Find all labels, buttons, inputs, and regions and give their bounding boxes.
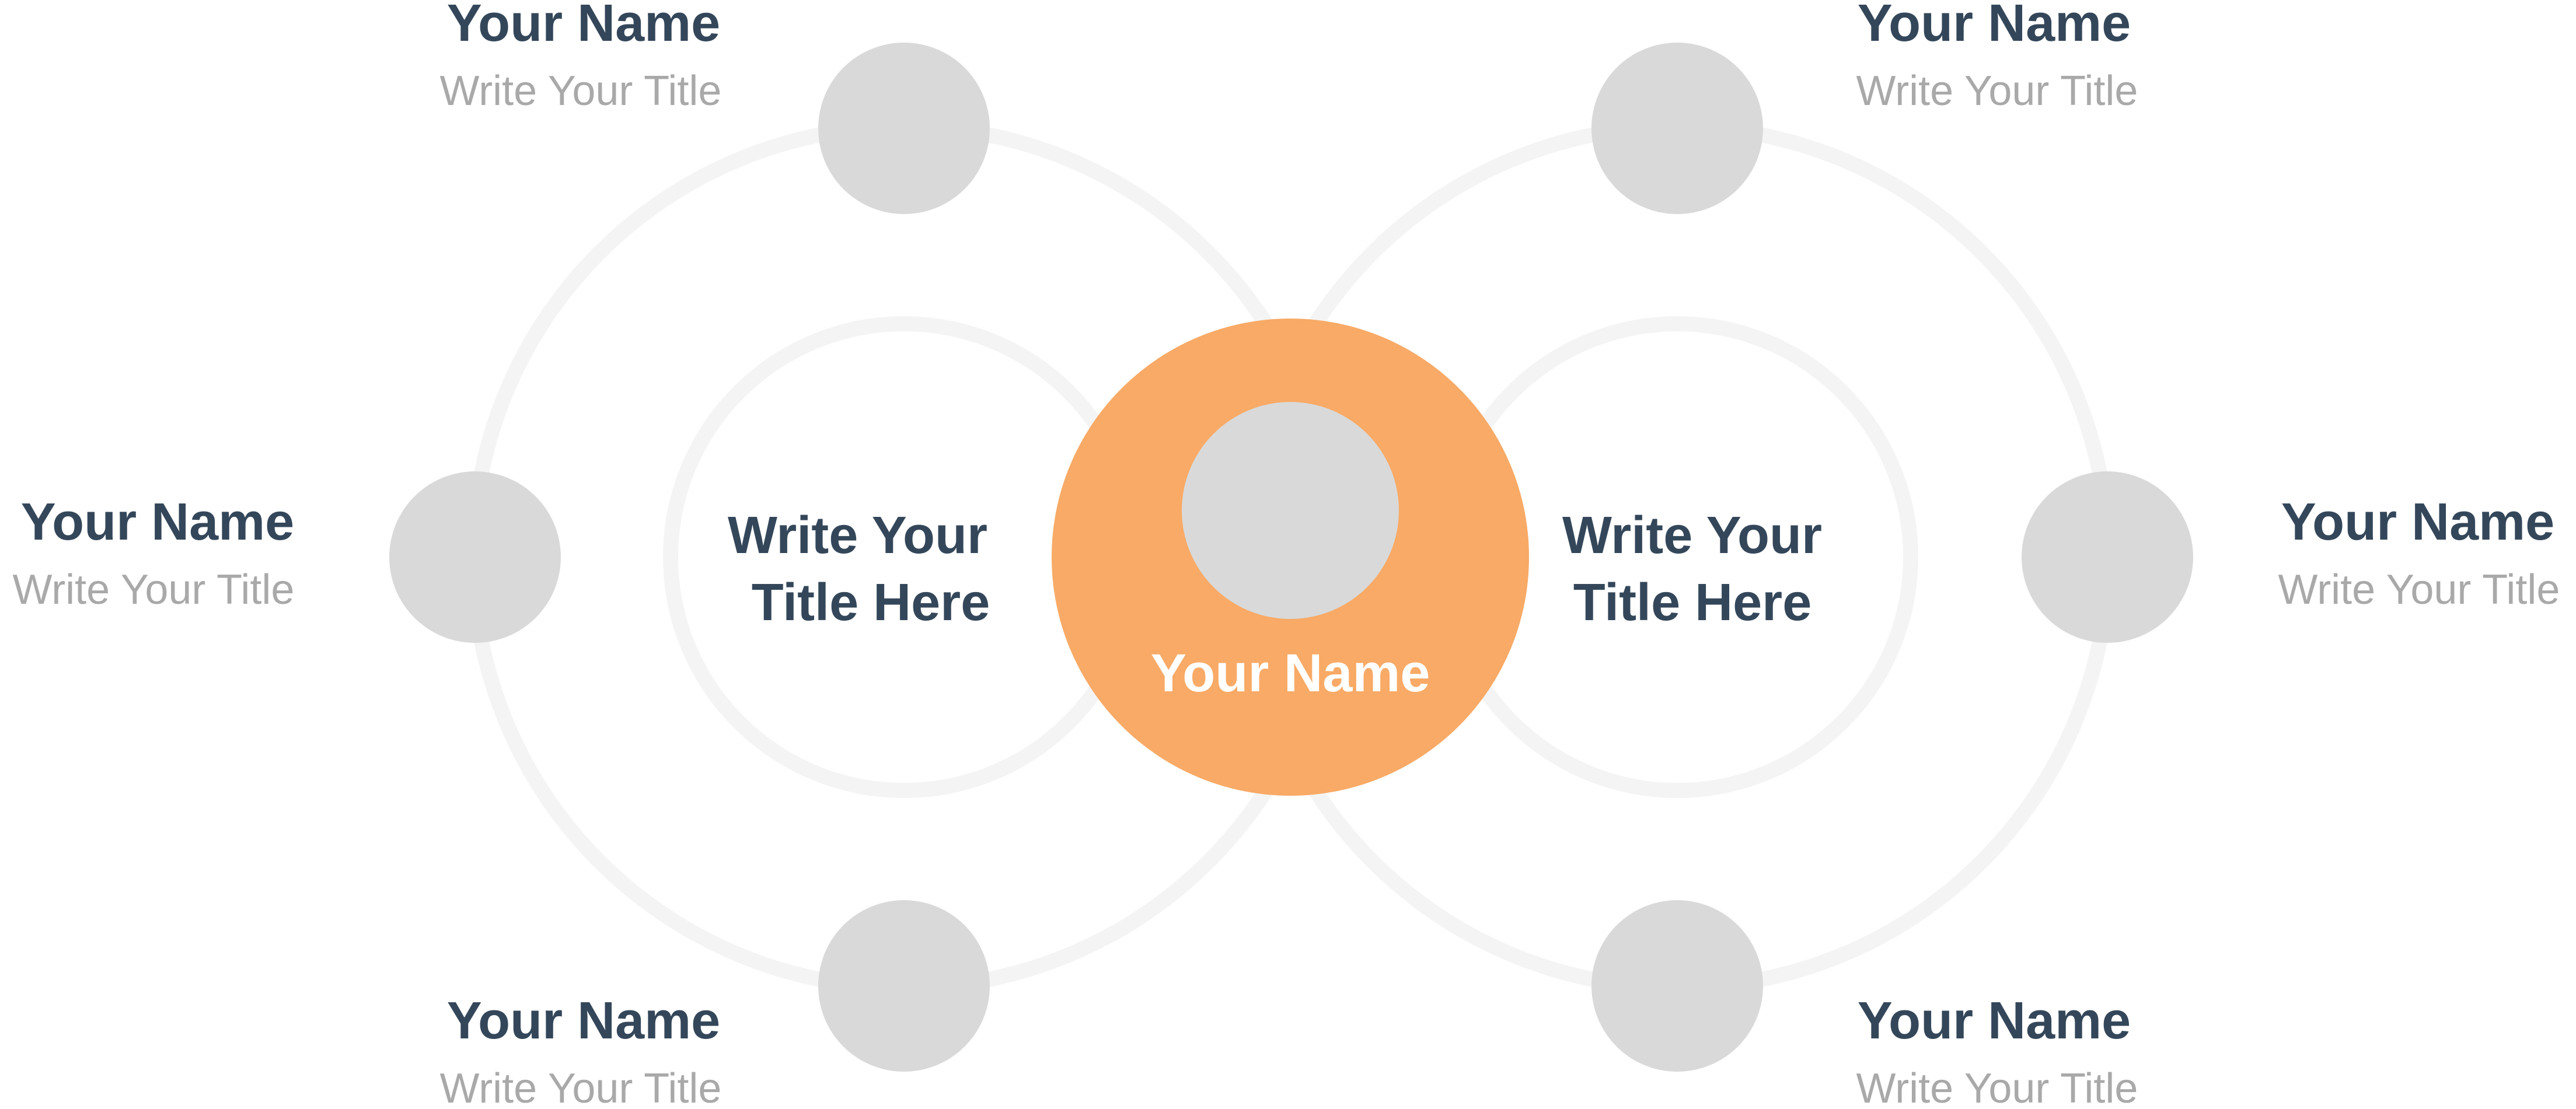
group-title-left-line2: Title Here xyxy=(752,573,990,632)
member-avatar-bottom-right[interactable] xyxy=(1591,900,1763,1072)
member-name-top-right: Your Name xyxy=(1858,0,2131,53)
member-name-middle-left: Your Name xyxy=(21,493,294,551)
member-name-bottom-right: Your Name xyxy=(1858,992,2131,1050)
group-title-left: Write Your Title Here xyxy=(728,506,1002,632)
member-title-middle-left: Write Your Title xyxy=(13,566,295,613)
group-title-left-line1: Write Your xyxy=(728,506,987,565)
member-name-top-left: Your Name xyxy=(447,0,720,53)
group-title-right-line2: Title Here xyxy=(1573,573,1812,632)
member-name-bottom-left: Your Name xyxy=(447,992,720,1050)
group-title-right: Write Your Title Here xyxy=(1562,506,1837,632)
member-avatar-top-right[interactable] xyxy=(1591,43,1763,214)
member-avatar-middle-left[interactable] xyxy=(389,471,561,643)
member-avatar-middle-right[interactable] xyxy=(2022,471,2193,643)
member-title-top-left: Write Your Title xyxy=(440,68,722,114)
hub-avatar[interactable] xyxy=(1182,402,1399,619)
member-avatar-top-left[interactable] xyxy=(818,43,990,214)
member-avatar-bottom-left[interactable] xyxy=(818,900,990,1072)
member-name-middle-right: Your Name xyxy=(2281,493,2554,551)
team-diagram: Your Name Write Your Title Here Write Yo… xyxy=(13,0,2560,1109)
hub-name: Your Name xyxy=(1151,643,1430,703)
member-title-top-right: Write Your Title xyxy=(1856,68,2138,114)
member-title-bottom-right: Write Your Title xyxy=(1856,1065,2138,1109)
member-title-middle-right: Write Your Title xyxy=(2278,566,2560,613)
group-title-right-line1: Write Your xyxy=(1562,506,1822,565)
member-title-bottom-left: Write Your Title xyxy=(440,1065,722,1109)
